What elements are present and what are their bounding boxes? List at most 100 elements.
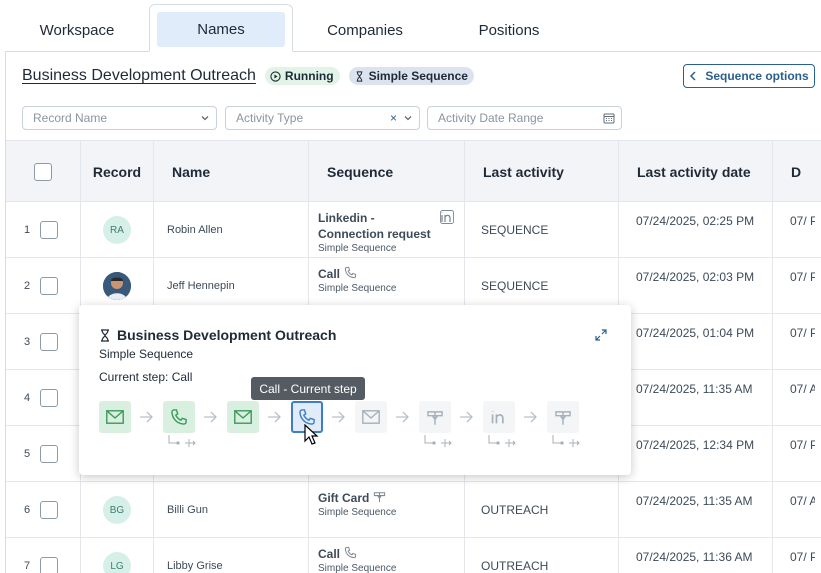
expand-icon[interactable] xyxy=(595,329,607,341)
activity-type-filter[interactable]: Activity Type × xyxy=(225,106,420,130)
record-name-placeholder: Record Name xyxy=(33,111,108,125)
calendar-icon xyxy=(603,113,615,124)
header-select-all xyxy=(6,141,80,203)
popup-title-text: Business Development Outreach xyxy=(117,327,337,343)
row-checkbox[interactable] xyxy=(40,277,58,295)
column-divider xyxy=(772,202,773,573)
sequence-cell: Linkedin - Connection request Simple Seq… xyxy=(318,210,464,254)
select-all-checkbox[interactable] xyxy=(34,163,52,181)
activity-type-placeholder: Activity Type xyxy=(236,111,304,125)
phone-icon xyxy=(344,266,357,279)
last-activity-date: 07/24/2025, 11:36 AM xyxy=(636,550,753,564)
truncated-cell: 07/ PM xyxy=(790,214,815,228)
last-activity-date: 07/24/2025, 11:35 AM xyxy=(636,382,753,396)
sequence-step: Call xyxy=(318,547,341,561)
table-row[interactable]: 7 LG Libby Grise Call Simple Sequence OU… xyxy=(6,538,821,573)
hourglass-icon xyxy=(101,328,109,342)
sequence-step-call[interactable] xyxy=(163,401,195,433)
sequence-type: Simple Sequence xyxy=(318,507,397,518)
record-name[interactable]: Robin Allen xyxy=(167,202,223,258)
last-activity-date: 07/24/2025, 12:34 PM xyxy=(636,438,755,452)
activity-date-range-filter[interactable]: Activity Date Range xyxy=(427,106,622,130)
linkedin-icon xyxy=(491,411,504,424)
status-badge-label: Running xyxy=(284,69,334,83)
chevron-left-icon xyxy=(690,71,696,81)
tab-positions[interactable]: Positions xyxy=(437,10,581,50)
sequence-header: Business Development Outreach Running Si… xyxy=(22,64,474,88)
table-row[interactable]: 6 BG Billi Gun Gift Card Simple Sequence… xyxy=(6,482,821,538)
activity-date-range-placeholder: Activity Date Range xyxy=(438,111,544,125)
row-number: 1 xyxy=(23,224,31,236)
column-header-record[interactable]: Record xyxy=(80,141,153,203)
email-icon xyxy=(234,410,252,424)
sequence-step-email[interactable] xyxy=(227,401,259,433)
tab-label: Positions xyxy=(478,21,540,39)
arrow-right-icon xyxy=(396,411,409,423)
sequence-step-gift-card[interactable] xyxy=(547,401,579,433)
email-icon xyxy=(362,410,380,424)
sequence-step-linkedin[interactable] xyxy=(483,401,515,433)
email-icon xyxy=(106,410,124,424)
record-name-filter[interactable]: Record Name xyxy=(22,106,217,130)
avatar xyxy=(103,272,131,300)
sequence-title-link[interactable]: Business Development Outreach xyxy=(22,67,256,85)
popup-current-step: Current step: Call xyxy=(99,370,193,384)
row-checkbox[interactable] xyxy=(40,557,58,573)
linkedin-icon xyxy=(440,210,454,224)
last-activity: OUTREACH xyxy=(481,559,549,573)
truncated-cell: 07/ PM xyxy=(790,270,815,284)
hourglass-icon xyxy=(356,70,362,82)
row-number: 2 xyxy=(23,280,31,292)
branch-icon xyxy=(488,435,516,447)
row-checkbox[interactable] xyxy=(40,389,58,407)
sequence-step-email[interactable] xyxy=(355,401,387,433)
arrow-right-icon xyxy=(140,411,153,423)
gift-card-icon xyxy=(555,411,571,425)
tab-workspace[interactable]: Workspace xyxy=(6,10,148,50)
tab-companies[interactable]: Companies xyxy=(293,10,437,50)
sequence-step-gift-card[interactable] xyxy=(419,401,451,433)
column-header-last-activity-date[interactable]: Last activity date xyxy=(618,141,772,203)
sequence-type-badge: Simple Sequence xyxy=(348,67,474,85)
sequence-step-email[interactable] xyxy=(99,401,131,433)
row-number: 6 xyxy=(23,504,31,516)
truncated-cell: 07/ PM xyxy=(790,550,815,564)
row-checkbox[interactable] xyxy=(40,221,58,239)
record-name[interactable]: Billi Gun xyxy=(167,482,208,538)
table-header: Record Name Sequence Last activity Last … xyxy=(6,140,821,203)
row-number: 3 xyxy=(23,336,31,348)
avatar: RA xyxy=(103,216,131,244)
play-circle-icon xyxy=(270,70,281,82)
sequence-step: Linkedin - Connection request xyxy=(318,211,431,241)
sequence-cell: Call Simple Sequence xyxy=(318,546,464,573)
column-header-truncated[interactable]: D xyxy=(772,141,821,203)
tab-label: Names xyxy=(197,21,245,38)
popup-subtitle: Simple Sequence xyxy=(99,347,194,361)
last-activity-date: 07/24/2025, 02:03 PM xyxy=(636,270,755,284)
gift-card-icon xyxy=(374,492,386,503)
row-number: 7 xyxy=(23,560,31,572)
column-header-name[interactable]: Name xyxy=(153,141,308,203)
sequence-type: Simple Sequence xyxy=(318,243,397,254)
column-header-sequence[interactable]: Sequence xyxy=(308,141,464,203)
branch-icon xyxy=(424,435,452,447)
truncated-cell: 07/ PM xyxy=(790,438,815,452)
record-name[interactable]: Libby Grise xyxy=(167,538,223,573)
clear-icon[interactable]: × xyxy=(390,111,397,125)
arrow-right-icon xyxy=(268,411,281,423)
row-checkbox[interactable] xyxy=(40,333,58,351)
branch-icon xyxy=(552,435,580,447)
row-checkbox[interactable] xyxy=(40,501,58,519)
truncated-cell: 07/ AM xyxy=(790,382,815,396)
avatar: BG xyxy=(103,496,131,524)
sequence-options-button[interactable]: Sequence options xyxy=(683,64,815,88)
column-header-last-activity[interactable]: Last activity xyxy=(464,141,618,203)
chevron-down-icon xyxy=(404,116,412,121)
tab-label: Workspace xyxy=(39,21,115,39)
phone-icon xyxy=(344,546,357,559)
tab-label: Companies xyxy=(327,21,403,39)
tab-names[interactable]: Names xyxy=(149,4,293,52)
sequence-preview-popup: Business Development Outreach Simple Seq… xyxy=(79,305,631,475)
row-checkbox[interactable] xyxy=(40,445,58,463)
table-row[interactable]: 1 RA Robin Allen Linkedin - Connection r… xyxy=(6,202,821,258)
